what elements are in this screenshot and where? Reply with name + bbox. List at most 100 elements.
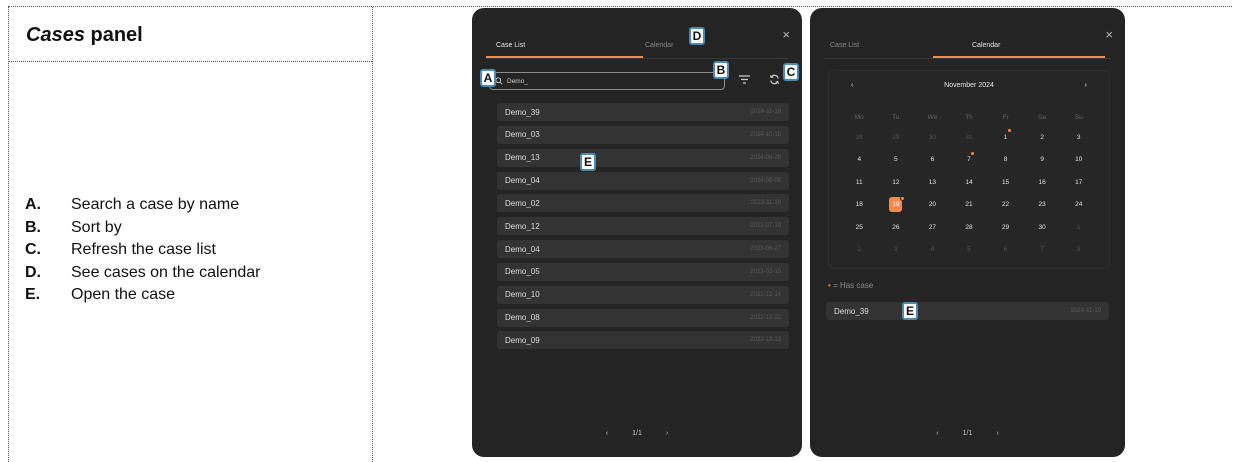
case-name: Demo_03 bbox=[505, 130, 540, 140]
calendar-day[interactable]: 16 bbox=[1024, 171, 1061, 194]
case-row[interactable]: Demo_08 2022-12-22 bbox=[497, 308, 789, 327]
calendar-day[interactable]: 28 bbox=[841, 126, 878, 149]
case-name: Demo_04 bbox=[505, 244, 540, 254]
close-icon[interactable]: × bbox=[782, 27, 790, 42]
calendar-day[interactable]: 30 bbox=[914, 126, 951, 149]
calendar-day[interactable]: 3 bbox=[1060, 126, 1097, 149]
calendar-day[interactable]: 3 bbox=[878, 239, 915, 262]
page-indicator: 1/1 bbox=[962, 430, 973, 437]
refresh-icon[interactable] bbox=[769, 74, 780, 85]
calendar-day[interactable]: 27 bbox=[914, 216, 951, 239]
calendar-day[interactable]: 31 bbox=[951, 126, 988, 149]
case-row[interactable]: Demo_13 2024-08-28 bbox=[497, 148, 789, 167]
search-field[interactable] bbox=[489, 72, 725, 90]
calendar-day[interactable]: 4 bbox=[841, 149, 878, 172]
calendar-day[interactable]: 5 bbox=[951, 239, 988, 262]
case-row[interactable]: Demo_39 2024-11-19 bbox=[826, 302, 1109, 320]
calendar-day[interactable]: 14 bbox=[951, 171, 988, 194]
calendar-grid: Mo Tu We Th Fr Sa Su 28 29 30 31 1 2 3 4 5 6 7 8 9 10… bbox=[841, 108, 1097, 261]
calendar-day[interactable]: 8 bbox=[1060, 239, 1097, 262]
calendar-day[interactable]: 18 bbox=[841, 194, 878, 217]
weekday-label: Mo bbox=[854, 113, 864, 121]
tab-calendar[interactable]: Calendar bbox=[972, 42, 1000, 49]
calendar-day[interactable]: 8 bbox=[987, 149, 1024, 172]
calendar-day[interactable]: 19 bbox=[878, 194, 915, 217]
calendar-day[interactable]: 2 bbox=[841, 239, 878, 262]
calendar-day[interactable]: 17 bbox=[1060, 171, 1097, 194]
case-row[interactable]: Demo_03 2024-10-18 bbox=[497, 125, 789, 144]
tab-case-list[interactable]: Case List bbox=[830, 42, 859, 49]
case-row[interactable]: Demo_10 2022-12-14 bbox=[497, 285, 789, 304]
case-name: Demo_09 bbox=[505, 335, 540, 345]
next-page-button[interactable]: › bbox=[996, 430, 998, 437]
legend-item: B. Sort by bbox=[25, 217, 260, 240]
calendar-day[interactable]: 15 bbox=[987, 171, 1024, 194]
callout-badge-e: E bbox=[902, 302, 918, 320]
calendar-day[interactable]: 1 bbox=[987, 126, 1024, 149]
tab-case-list[interactable]: Case List bbox=[496, 42, 525, 49]
legend-list: A. Search a case by name B. Sort by C. Refr… bbox=[25, 194, 260, 307]
calendar-day[interactable]: 1 bbox=[1060, 216, 1097, 239]
calendar-day[interactable]: 24 bbox=[1060, 194, 1097, 217]
case-row[interactable]: Demo_12 2023-07-10 bbox=[497, 217, 789, 236]
calendar-day[interactable]: 6 bbox=[987, 239, 1024, 262]
search-input[interactable] bbox=[503, 77, 707, 85]
has-case-dot bbox=[1007, 129, 1011, 132]
calendar-day[interactable]: 30 bbox=[1024, 216, 1061, 239]
has-case-dot: • bbox=[828, 281, 831, 290]
calendar-day[interactable]: 22 bbox=[987, 194, 1024, 217]
weekday-label: Sa bbox=[1038, 113, 1047, 121]
case-row[interactable]: Demo_04 2023-06-27 bbox=[497, 240, 789, 259]
sort-icon[interactable] bbox=[739, 75, 750, 84]
calendar-day[interactable]: 29 bbox=[987, 216, 1024, 239]
calendar-day[interactable]: 10 bbox=[1060, 149, 1097, 172]
case-row[interactable]: Demo_39 2024-11-19 bbox=[497, 103, 789, 121]
calendar-day[interactable]: 2 bbox=[1024, 126, 1061, 149]
pagination: ‹ 1/1 › bbox=[810, 430, 1125, 437]
calendar-day[interactable]: 26 bbox=[878, 216, 915, 239]
prev-page-button[interactable]: ‹ bbox=[606, 430, 608, 437]
next-page-button[interactable]: › bbox=[666, 430, 668, 437]
calendar-day[interactable]: 7 bbox=[1024, 239, 1061, 262]
calendar-day[interactable]: 23 bbox=[1024, 194, 1061, 217]
close-icon[interactable]: × bbox=[1105, 27, 1113, 42]
prev-page-button[interactable]: ‹ bbox=[936, 430, 938, 437]
calendar-day[interactable]: 6 bbox=[914, 149, 951, 172]
calendar-day[interactable]: 13 bbox=[914, 171, 951, 194]
case-name: Demo_04 bbox=[505, 176, 540, 186]
calendar-day[interactable]: 12 bbox=[878, 171, 915, 194]
legend-item: E. Open the case bbox=[25, 284, 260, 307]
search-icon bbox=[495, 77, 503, 85]
tab-divider bbox=[486, 58, 788, 59]
calendar-day[interactable]: 4 bbox=[914, 239, 951, 262]
calendar-day[interactable]: 28 bbox=[951, 216, 988, 239]
case-name: Demo_39 bbox=[834, 306, 869, 316]
case-date: 2022-12-13 bbox=[750, 337, 781, 344]
calendar-day[interactable]: 5 bbox=[878, 149, 915, 172]
calendar-day[interactable]: 21 bbox=[951, 194, 988, 217]
legend-letter: E. bbox=[25, 286, 41, 303]
calendar-day[interactable]: 20 bbox=[914, 194, 951, 217]
case-row[interactable]: Demo_02 2023-11-16 bbox=[497, 194, 789, 213]
has-case-legend: • = Has case bbox=[828, 281, 873, 290]
case-row[interactable]: Demo_04 2024-08-08 bbox=[497, 171, 789, 190]
case-list-panel: Case List Calendar × Demo_39 2024-11-19 D… bbox=[472, 8, 802, 457]
weekday-label: Su bbox=[1074, 113, 1083, 121]
calendar-day[interactable]: 25 bbox=[841, 216, 878, 239]
calendar-day[interactable]: 11 bbox=[841, 171, 878, 194]
case-row[interactable]: Demo_09 2022-12-13 bbox=[497, 331, 789, 350]
calendar-day[interactable]: 7 bbox=[951, 149, 988, 172]
case-row[interactable]: Demo_05 2023-03-15 bbox=[497, 262, 789, 281]
tab-bar: Case List Calendar bbox=[810, 36, 1125, 60]
case-name: Demo_02 bbox=[505, 198, 540, 208]
next-month-button[interactable]: › bbox=[1085, 82, 1087, 89]
calendar-day[interactable]: 9 bbox=[1024, 149, 1061, 172]
case-name: Demo_13 bbox=[505, 153, 540, 163]
calendar-day[interactable]: 29 bbox=[878, 126, 915, 149]
weekday-label: We bbox=[927, 113, 938, 121]
callout-badge-b: B bbox=[713, 61, 729, 79]
has-case-dot bbox=[900, 195, 906, 201]
tab-calendar[interactable]: Calendar bbox=[645, 42, 673, 49]
page-indicator: 1/1 bbox=[632, 430, 642, 437]
case-date: 2023-06-27 bbox=[750, 246, 781, 253]
